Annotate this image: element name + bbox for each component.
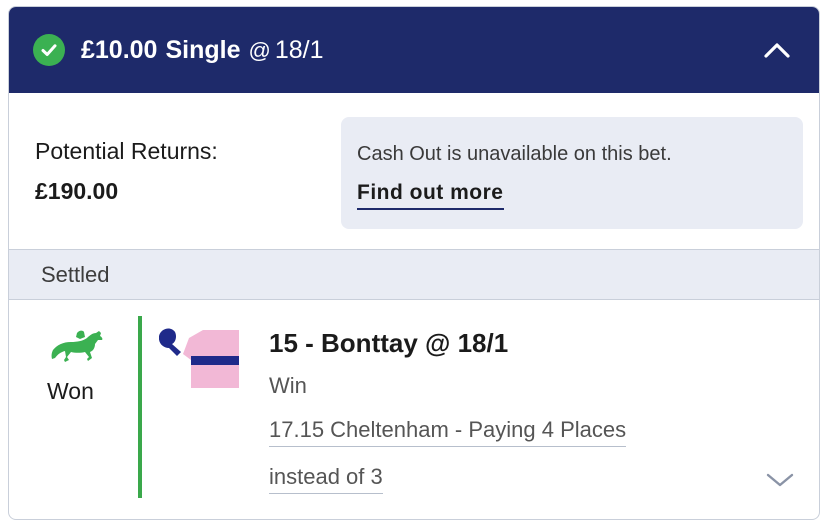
bet-stake: £10.00 (81, 35, 158, 64)
collapse-button[interactable] (761, 34, 793, 66)
find-out-more-link[interactable]: Find out more (357, 181, 504, 210)
bet-type: Single (165, 35, 241, 64)
result-won-label: Won (47, 378, 94, 404)
race-info-line-2[interactable]: instead of 3 (269, 464, 383, 494)
horse-racing-icon (47, 328, 105, 364)
returns-section: Potential Returns: £190.00 Cash Out is u… (9, 93, 819, 249)
cashout-message: Cash Out is unavailable on this bet. (357, 143, 672, 165)
bet-title: £10.00 Single @ 18/1 (81, 36, 324, 65)
race-info-line-1[interactable]: 17.15 Cheltenham - Paying 4 Places (269, 417, 627, 447)
chevron-down-icon (766, 473, 794, 487)
settled-bar: Settled (9, 249, 819, 300)
jockey-silks-icon (158, 324, 243, 390)
bet-header[interactable]: £10.00 Single @ 18/1 (9, 7, 819, 93)
chevron-up-icon (764, 43, 790, 58)
bet-odds: 18/1 (274, 35, 324, 64)
market-name: Win (269, 373, 307, 398)
at-symbol: @ (248, 37, 271, 63)
selection-name: 15 - Bonttay @ 18/1 (269, 328, 509, 358)
selection-row: Won 15 - Bonttay @ 18/1 Win 17.15 Chelte… (9, 300, 819, 519)
expand-selection-button[interactable] (765, 470, 795, 494)
potential-returns-value: £190.00 (35, 178, 119, 204)
potential-returns-label: Potential Returns: (35, 138, 218, 164)
check-circle-icon (33, 34, 65, 66)
cashout-info-panel: Cash Out is unavailable on this bet. Fin… (341, 117, 803, 229)
result-indicator-bar (138, 316, 142, 498)
settled-label: Settled (41, 262, 110, 287)
bet-card: £10.00 Single @ 18/1 Potential Returns: … (8, 6, 820, 520)
